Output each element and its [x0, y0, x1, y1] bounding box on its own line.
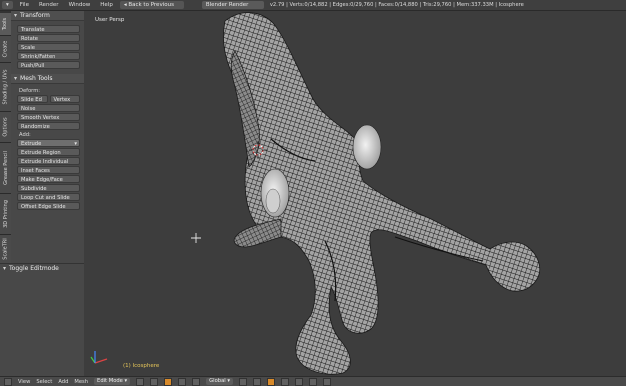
tab-create[interactable]: Create	[0, 36, 11, 63]
view-label: User Persp	[95, 17, 125, 23]
triangle-down-icon: ▾	[14, 12, 18, 19]
push-pull-button[interactable]: Push/Pull	[17, 61, 80, 69]
render-icon[interactable]	[322, 377, 331, 386]
operator-panel: ▾ Toggle Editmode	[0, 263, 84, 377]
menu-render[interactable]: Render	[36, 2, 62, 8]
info-header: ▾ File Render Window Help ◂ Back to Prev…	[0, 0, 626, 11]
tool-shelf: ▾ Transform Translate Rotate Scale Shrink…	[11, 11, 92, 263]
tab-3d-printing[interactable]: 3D Printing	[0, 194, 11, 235]
rotate-button[interactable]: Rotate	[17, 34, 80, 42]
layers-icon[interactable]	[238, 377, 247, 386]
back-to-previous-button[interactable]: ◂ Back to Previous	[119, 1, 184, 9]
deform-label: Deform:	[19, 88, 41, 94]
menu-view[interactable]: View	[18, 379, 30, 385]
randomize-button[interactable]: Randomize	[17, 122, 80, 130]
back-to-previous-label: Back to Previous	[128, 2, 174, 8]
menu-file[interactable]: File	[17, 2, 32, 8]
translate-button[interactable]: Translate	[17, 25, 80, 33]
transform-panel-header[interactable]: ▾ Transform	[11, 11, 84, 21]
extrude-label: Extrude	[21, 141, 42, 147]
tab-scaletri[interactable]: ScaleTRI	[0, 235, 11, 264]
axis-gizmo-icon	[90, 351, 108, 364]
transform-title: Transform	[20, 12, 50, 19]
eye-right	[352, 124, 382, 170]
extrude-region-button[interactable]: Extrude Region	[17, 148, 80, 156]
object-label: (1) Icosphere	[123, 363, 160, 369]
tab-shading-uvs[interactable]: Shading / UVs	[0, 63, 11, 112]
translate-manipulator-icon[interactable]	[178, 377, 187, 386]
menu-window[interactable]: Window	[66, 2, 94, 8]
menu-mesh[interactable]: Mesh	[74, 379, 88, 385]
tab-options[interactable]: Options	[0, 112, 11, 143]
noise-button[interactable]: Noise	[17, 104, 80, 112]
eye-left-inner	[265, 188, 281, 214]
editor-type-button[interactable]: ▾	[2, 1, 13, 9]
render-engine-select[interactable]: Blender Render	[201, 1, 264, 9]
3d-viewport[interactable]: User Persp (1) Icosphere	[85, 11, 626, 376]
mouse-crosshair-icon	[191, 233, 201, 243]
face-select-icon[interactable]	[280, 377, 289, 386]
manipulator-icon[interactable]	[164, 377, 173, 386]
tab-grease-pencil[interactable]: Grease Pencil	[0, 143, 11, 194]
smooth-vertex-button[interactable]: Smooth Vertex	[17, 113, 80, 121]
3d-view-header: View Select Add Mesh Edit Mode ▾ Global …	[0, 376, 626, 386]
orientation-label: Global	[209, 378, 226, 384]
viewport-canvas	[90, 12, 541, 375]
mode-label: Edit Mode	[97, 378, 123, 384]
extrude-menu-button[interactable]: Extrude ▾	[17, 139, 80, 147]
viewport-shading-icon[interactable]	[136, 377, 145, 386]
orientation-select[interactable]: Global ▾	[206, 378, 233, 385]
shrink-fatten-button[interactable]: Shrink/Fatten	[17, 52, 80, 60]
loop-cut-slide-button[interactable]: Loop Cut and Slide	[17, 193, 80, 201]
editor-type-icon[interactable]	[4, 377, 12, 386]
mode-select[interactable]: Edit Mode ▾	[94, 378, 131, 385]
slide-edge-button[interactable]: Slide Ed	[17, 95, 48, 103]
offset-edge-slide-button[interactable]: Offset Edge Slide	[17, 202, 80, 210]
tab-tools-label: Tools	[2, 17, 9, 31]
slide-row: Slide Ed Vertex	[17, 95, 80, 103]
toggle-editmode-header[interactable]: ▾ Toggle Editmode	[0, 264, 84, 274]
snap-icon[interactable]	[308, 377, 317, 386]
tab-options-label: Options	[2, 117, 9, 137]
mesh-tools-title: Mesh Tools	[20, 75, 53, 82]
subdivide-button[interactable]: Subdivide	[17, 184, 80, 192]
tab-shading-uvs-label: Shading / UVs	[2, 69, 9, 105]
rotate-manipulator-icon[interactable]	[192, 377, 201, 386]
menu-select[interactable]: Select	[36, 379, 52, 385]
add-label: Add:	[19, 132, 31, 138]
edge-select-icon[interactable]	[266, 377, 275, 386]
tab-create-label: Create	[2, 40, 9, 58]
mesh-tools-panel-header[interactable]: ▾ Mesh Tools	[11, 74, 84, 84]
tab-grease-pencil-label: Grease Pencil	[2, 151, 9, 185]
mesh-object[interactable]	[223, 12, 541, 375]
menu-help[interactable]: Help	[97, 2, 116, 8]
inset-faces-button[interactable]: Inset Faces	[17, 166, 80, 174]
tab-3d-printing-label: 3D Printing	[2, 200, 9, 228]
tab-scaletri-label: ScaleTRI	[2, 238, 9, 260]
make-edge-face-button[interactable]: Make Edge/Face	[17, 175, 80, 183]
vertex-select-icon[interactable]	[252, 377, 261, 386]
tab-tools[interactable]: Tools	[0, 13, 11, 36]
triangle-down-icon: ▾	[3, 265, 7, 272]
vertex-slide-button[interactable]: Vertex	[49, 95, 80, 103]
toggle-editmode-label: Toggle Editmode	[9, 265, 59, 272]
chevron-down-icon: ▾	[74, 141, 77, 147]
menu-add[interactable]: Add	[58, 379, 68, 385]
render-engine-label: Blender Render	[205, 2, 249, 8]
scale-button[interactable]: Scale	[17, 43, 80, 51]
triangle-down-icon: ▾	[14, 75, 18, 82]
pivot-icon[interactable]	[150, 377, 159, 386]
extrude-individual-button[interactable]: Extrude Individual	[17, 157, 80, 165]
proportional-edit-icon[interactable]	[294, 377, 303, 386]
scene-stats: v2.79 | Verts:0/14,882 | Edges:0/29,760 …	[269, 2, 524, 8]
